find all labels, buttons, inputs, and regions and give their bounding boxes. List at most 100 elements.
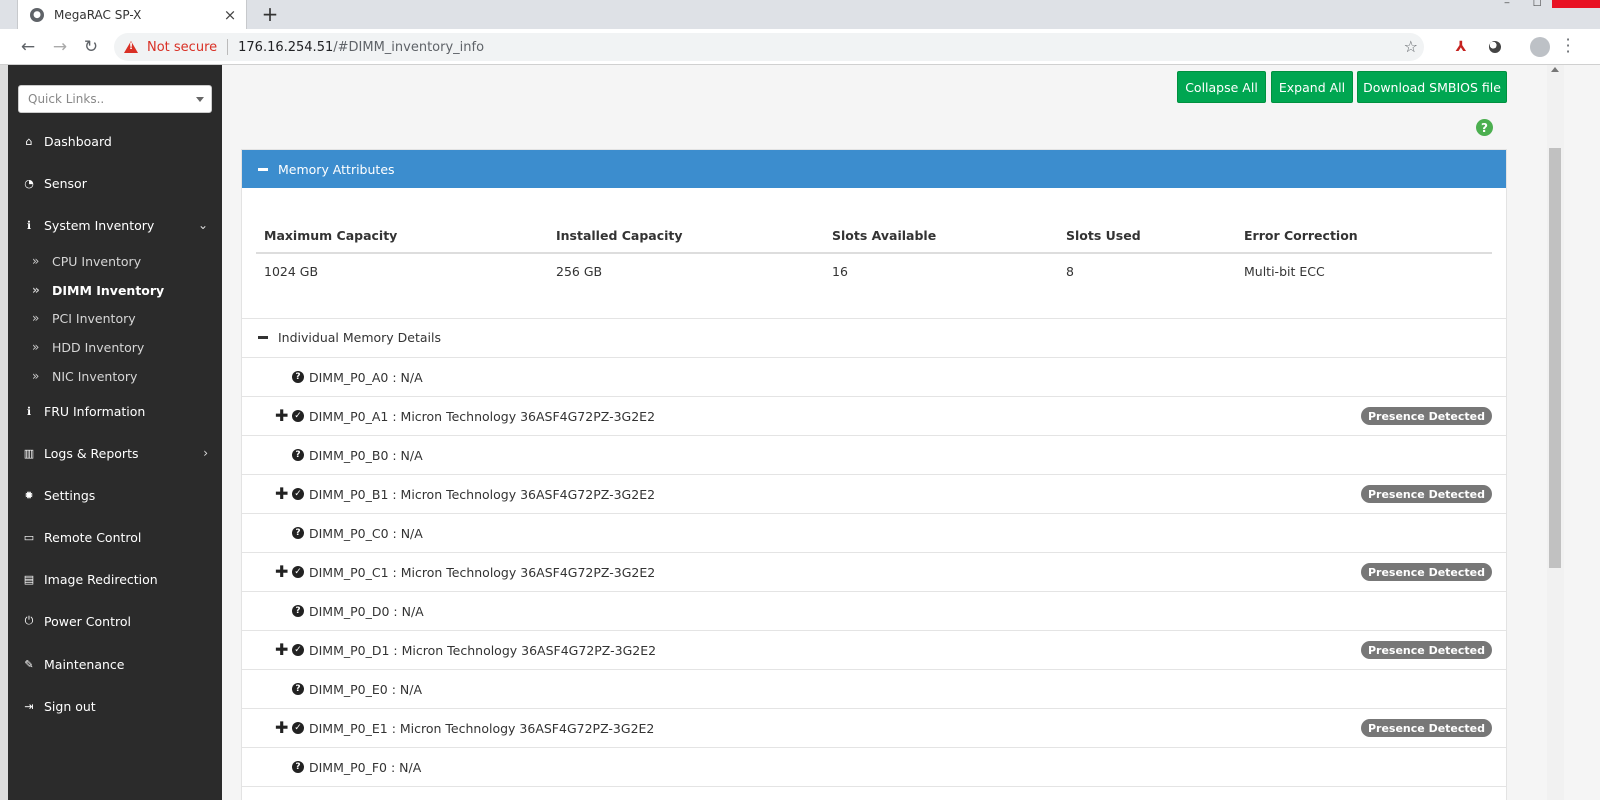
sidebar-item-remote-control[interactable]: ▭ Remote Control (8, 522, 222, 552)
sidebar-item-power-control[interactable]: ⏻ Power Control (8, 606, 222, 636)
back-icon[interactable]: ← (16, 35, 40, 59)
forward-icon[interactable]: → (48, 35, 72, 59)
bookmark-star-icon[interactable]: ☆ (1404, 37, 1418, 56)
sidebar-item-dimm-inventory[interactable]: » DIMM Inventory (8, 278, 222, 302)
dimm-row[interactable]: ✚ ✓ DIMM_P0_C1 : Micron Technology 36ASF… (242, 553, 1506, 592)
sidebar-item-sign-out[interactable]: ⇥ Sign out (8, 691, 222, 721)
window-controls: ‒ □ (1492, 0, 1600, 8)
column-header: Maximum Capacity (264, 228, 398, 243)
globe-icon: ● (30, 7, 44, 22)
close-tab-icon[interactable]: × (220, 5, 240, 25)
power-icon: ⏻ (24, 614, 34, 627)
sidebar-item-label: Sensor (44, 175, 87, 191)
sidebar: Quick Links.. ⌂ Dashboard ◔ Sensor ℹ Sys… (8, 65, 222, 800)
collapse-all-button[interactable]: Collapse All (1177, 71, 1266, 103)
dimm-label: DIMM_P0_D0 : N/A (309, 603, 424, 619)
profile-avatar-icon[interactable] (1530, 37, 1550, 57)
question-circle-icon: ? (292, 527, 304, 539)
sidebar-subitem-label: HDD Inventory (52, 339, 145, 355)
dimm-label: DIMM_P0_A0 : N/A (309, 369, 423, 385)
sidebar-item-maintenance[interactable]: ✎ Maintenance (8, 649, 222, 679)
sidebar-item-label: Logs & Reports (44, 445, 139, 461)
sidebar-item-label: FRU Information (44, 403, 146, 419)
sidebar-item-label: Remote Control (44, 529, 142, 545)
panel-header[interactable]: Memory Attributes (242, 150, 1506, 188)
sidebar-item-pci-inventory[interactable]: » PCI Inventory (8, 306, 222, 330)
scroll-up-arrow-icon[interactable] (1551, 67, 1559, 72)
browser-tab[interactable]: ● MegaRAC SP-X × (17, 0, 247, 29)
warning-icon (124, 41, 138, 53)
table-cell: 8 (1066, 264, 1074, 279)
dimm-row[interactable]: ✚ ✓ DIMM_P0_E1 : Micron Technology 36ASF… (242, 709, 1506, 748)
sidebar-item-settings[interactable]: ✹ Settings (8, 480, 222, 510)
address-bar[interactable]: Not secure 176.16.254.51 /#DIMM_inventor… (114, 33, 1424, 61)
table-cell: 16 (832, 264, 848, 279)
question-circle-icon: ? (292, 449, 304, 461)
url-host: 176.16.254.51 (238, 39, 334, 55)
sidebar-item-logs-reports[interactable]: ▥ Logs & Reports › (8, 438, 222, 468)
dimm-label: DIMM_P0_E1 : Micron Technology 36ASF4G72… (309, 720, 655, 736)
sidebar-item-cpu-inventory[interactable]: » CPU Inventory (8, 249, 222, 273)
sidebar-item-hdd-inventory[interactable]: » HDD Inventory (8, 335, 222, 359)
not-secure-label[interactable]: Not secure (147, 40, 217, 55)
double-chevron-right-icon: » (32, 254, 40, 268)
main-content: Collapse All Expand All Download SMBIOS … (222, 65, 1547, 800)
panel-title: Memory Attributes (278, 161, 395, 177)
check-circle-icon: ✓ (292, 644, 304, 656)
scrollbar-thumb[interactable] (1549, 148, 1561, 568)
double-chevron-right-icon: » (32, 283, 40, 297)
individual-memory-details-header[interactable]: Individual Memory Details (242, 318, 1506, 358)
new-tab-button[interactable]: + (258, 2, 282, 26)
dimm-row: ? DIMM_P0_D0 : N/A (242, 592, 1506, 631)
sidebar-item-label: System Inventory (44, 217, 155, 233)
home-icon: ⌂ (25, 134, 33, 148)
sidebar-item-dashboard[interactable]: ⌂ Dashboard (8, 126, 222, 156)
browser-tab-bar: ● MegaRAC SP-X × + ‒ □ (0, 0, 1600, 29)
sidebar-item-sensor[interactable]: ◔ Sensor (8, 168, 222, 198)
sidebar-subitem-label: NIC Inventory (52, 368, 138, 384)
quick-links-select[interactable]: Quick Links.. (18, 85, 212, 113)
expand-plus-icon[interactable]: ✚ (275, 564, 288, 580)
sidebar-item-nic-inventory[interactable]: » NIC Inventory (8, 364, 222, 388)
sidebar-item-label: Sign out (44, 698, 96, 714)
status-badge: Presence Detected (1360, 563, 1492, 581)
dimm-row[interactable]: ✚ ✓ DIMM_P0_D1 : Micron Technology 36ASF… (242, 631, 1506, 670)
reload-icon[interactable]: ↻ (79, 35, 103, 59)
check-circle-icon: ✓ (292, 566, 304, 578)
expand-plus-icon[interactable]: ✚ (275, 408, 288, 424)
wrench-icon: ✎ (24, 657, 34, 671)
sidebar-item-image-redirection[interactable]: ▤ Image Redirection (8, 564, 222, 594)
expand-plus-icon[interactable]: ✚ (275, 486, 288, 502)
collapse-icon[interactable] (258, 336, 268, 339)
sidebar-item-label: Maintenance (44, 656, 125, 672)
window-close-button[interactable] (1552, 0, 1600, 8)
page-scrollbar[interactable] (1547, 65, 1564, 800)
status-badge: Presence Detected (1360, 641, 1492, 659)
help-icon[interactable]: ? (1476, 119, 1493, 136)
sidebar-item-label: Image Redirection (44, 571, 158, 587)
collapse-icon[interactable] (258, 167, 268, 171)
tab-title: MegaRAC SP-X (54, 7, 142, 22)
expand-plus-icon[interactable]: ✚ (275, 720, 288, 736)
column-header: Slots Used (1066, 228, 1141, 243)
dimm-row: ? DIMM_P0_B0 : N/A (242, 436, 1506, 475)
sign-out-icon: ⇥ (24, 699, 34, 713)
expand-plus-icon[interactable]: ✚ (275, 642, 288, 658)
column-header: Error Correction (1244, 228, 1358, 243)
memory-attributes-table: Maximum Capacity Installed Capacity Slot… (256, 218, 1492, 290)
dimm-row: ? DIMM_P0_C0 : N/A (242, 514, 1506, 553)
download-smbios-button[interactable]: Download SMBIOS file (1357, 71, 1507, 103)
expand-all-button[interactable]: Expand All (1271, 71, 1353, 103)
minimize-icon[interactable]: ‒ (1492, 0, 1522, 8)
dimm-row[interactable]: ✚ ✓ DIMM_P0_B1 : Micron Technology 36ASF… (242, 475, 1506, 514)
pdf-extension-icon[interactable]: ⅄ (1452, 38, 1470, 56)
double-chevron-right-icon: » (32, 311, 40, 325)
extension-icon[interactable] (1486, 38, 1504, 56)
maximize-icon[interactable]: □ (1522, 0, 1552, 8)
chevron-right-icon: › (203, 446, 208, 460)
sidebar-item-fru-information[interactable]: ℹ FRU Information (8, 396, 222, 426)
column-header: Slots Available (832, 228, 937, 243)
dimm-row[interactable]: ✚ ✓ DIMM_P0_A1 : Micron Technology 36ASF… (242, 397, 1506, 436)
sidebar-item-system-inventory[interactable]: ℹ System Inventory ⌄ (8, 210, 222, 240)
browser-menu-icon[interactable]: · · · (1562, 32, 1574, 60)
